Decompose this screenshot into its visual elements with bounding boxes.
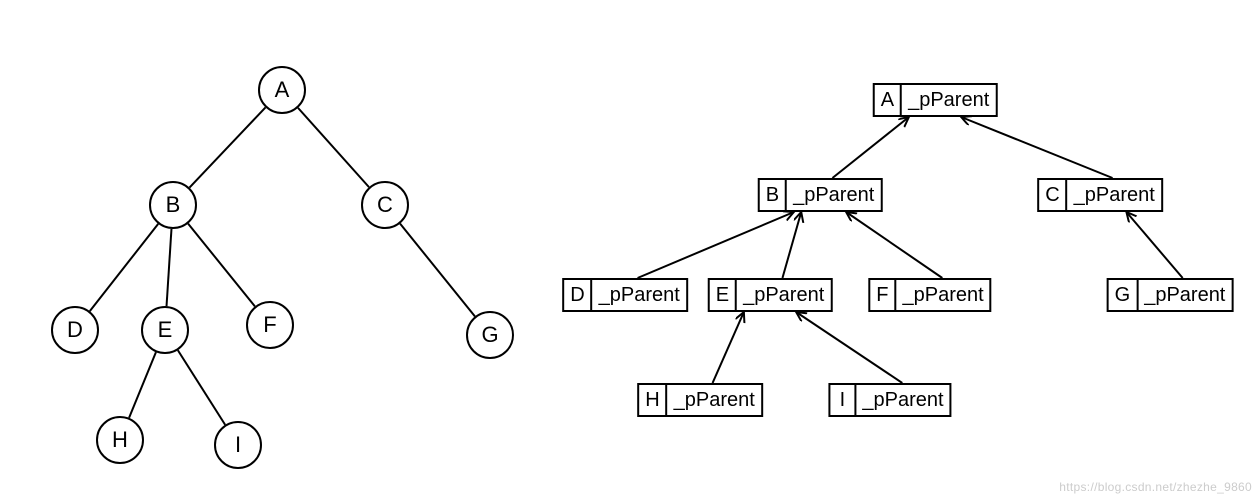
parent-node-label: F — [870, 280, 896, 310]
parent-pointer-edge — [638, 212, 794, 278]
tree-edge — [190, 107, 266, 187]
tree-node-label: A — [275, 77, 290, 103]
parent-pointer-edge — [1126, 212, 1182, 278]
parent-node-label: E — [710, 280, 737, 310]
tree-node-label: C — [377, 192, 393, 218]
parent-pointer-edge — [782, 212, 801, 278]
parent-node-a: A_pParent — [873, 83, 998, 117]
parent-node-h: H_pParent — [637, 383, 763, 417]
parent-pointer-edge — [713, 312, 744, 383]
tree-node-c: C — [361, 181, 409, 229]
parent-pointer-field: _pParent — [1068, 180, 1161, 210]
tree-edge — [178, 350, 225, 424]
tree-node-label: E — [158, 317, 173, 343]
parent-pointer-edge — [961, 117, 1112, 178]
parent-pointer-field: _pParent — [668, 385, 761, 415]
parent-node-c: C_pParent — [1037, 178, 1163, 212]
edges-layer — [0, 0, 1260, 500]
tree-node-label: D — [67, 317, 83, 343]
parent-node-e: E_pParent — [708, 278, 833, 312]
parent-node-b: B_pParent — [758, 178, 883, 212]
tree-node-f: F — [246, 301, 294, 349]
tree-node-e: E — [141, 306, 189, 354]
tree-node-a: A — [258, 66, 306, 114]
parent-node-label: D — [564, 280, 592, 310]
tree-node-label: I — [235, 432, 241, 458]
tree-node-label: B — [166, 192, 181, 218]
tree-edge — [129, 352, 156, 418]
parent-pointer-field: _pParent — [737, 280, 830, 310]
parent-node-g: G_pParent — [1107, 278, 1234, 312]
tree-edge — [400, 224, 475, 317]
parent-node-label: H — [639, 385, 667, 415]
tree-edge — [90, 224, 158, 311]
tree-node-label: H — [112, 427, 128, 453]
parent-node-i: I_pParent — [828, 383, 951, 417]
tree-edge — [167, 229, 172, 306]
parent-pointer-field: _pParent — [856, 385, 949, 415]
parent-node-label: C — [1039, 180, 1067, 210]
watermark: https://blog.csdn.net/zhezhe_9860 — [1059, 480, 1252, 494]
tree-node-g: G — [466, 311, 514, 359]
parent-node-label: G — [1109, 280, 1139, 310]
parent-node-d: D_pParent — [562, 278, 688, 312]
parent-pointer-field: _pParent — [897, 280, 990, 310]
tree-edge — [188, 224, 255, 307]
parent-pointer-field: _pParent — [593, 280, 686, 310]
tree-node-i: I — [214, 421, 262, 469]
tree-node-d: D — [51, 306, 99, 354]
tree-node-label: G — [481, 322, 498, 348]
parent-node-label: B — [760, 180, 787, 210]
parent-pointer-field: _pParent — [1138, 280, 1231, 310]
tree-node-b: B — [149, 181, 197, 229]
tree-node-label: F — [263, 312, 276, 338]
parent-node-label: A — [875, 85, 902, 115]
parent-pointer-field: _pParent — [902, 85, 995, 115]
parent-pointer-edge — [796, 312, 902, 383]
tree-edge — [298, 108, 369, 187]
parent-node-f: F_pParent — [868, 278, 991, 312]
parent-pointer-field: _pParent — [787, 180, 880, 210]
diagram-canvas: ABCDEFGHI A_pParentB_pParentC_pParentD_p… — [0, 0, 1260, 500]
parent-node-label: I — [830, 385, 856, 415]
parent-pointer-edge — [832, 117, 908, 178]
parent-pointer-edge — [846, 212, 942, 278]
tree-node-h: H — [96, 416, 144, 464]
